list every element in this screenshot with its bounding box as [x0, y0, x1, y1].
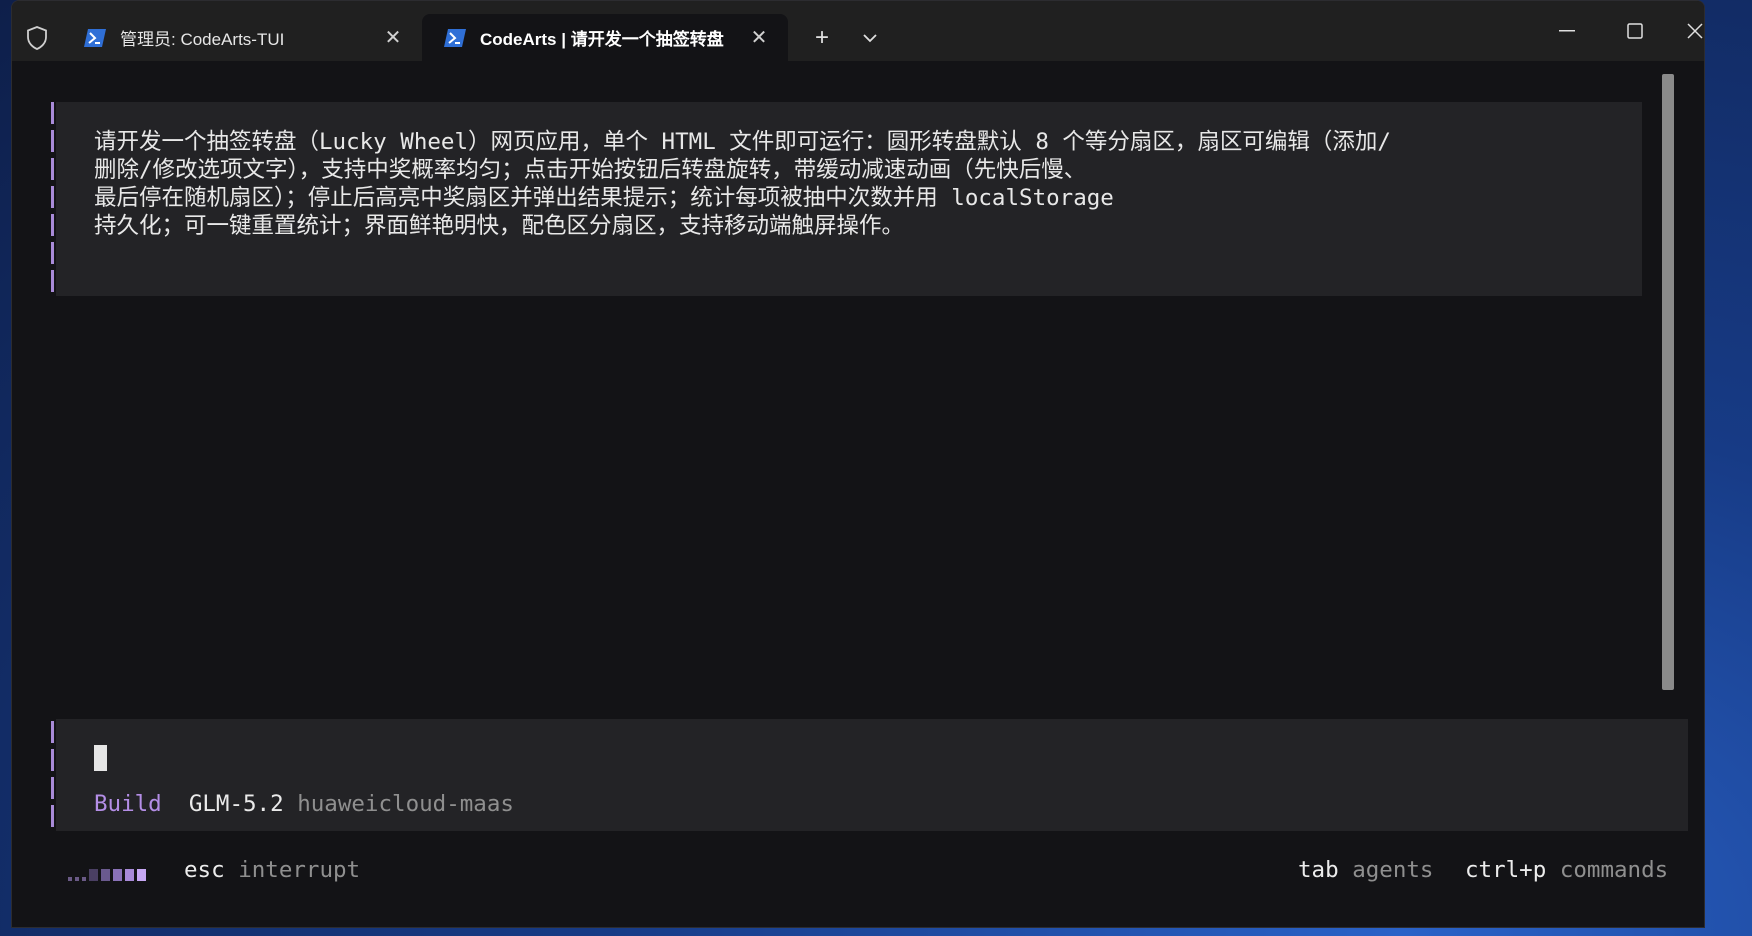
text-cursor: [94, 745, 107, 771]
hint-key: tab: [1298, 857, 1339, 883]
hint-desc: agents: [1352, 857, 1434, 883]
maximize-button[interactable]: [1612, 13, 1658, 49]
new-tab-button[interactable]: +: [804, 23, 840, 53]
user-message: 请开发一个抽签转盘（Lucky Wheel）网页应用，单个 HTML 文件即可运…: [51, 102, 1642, 296]
scrollbar[interactable]: [1662, 74, 1674, 690]
message-accent-bar: [51, 102, 54, 296]
progress-spinner: [68, 867, 146, 881]
user-message-text: 请开发一个抽签转盘（Lucky Wheel）网页应用，单个 HTML 文件即可运…: [94, 128, 1654, 240]
interrupt-hint: esc interrupt: [184, 857, 360, 883]
agent-info: Build GLM-5.2 huaweicloud-maas: [94, 791, 514, 817]
window-close-button[interactable]: [1672, 13, 1704, 49]
title-bar: 管理员: CodeArts-TUI ✕ CodeArts | 请开发一个抽签转盘…: [12, 1, 1704, 61]
terminal-window: 管理员: CodeArts-TUI ✕ CodeArts | 请开发一个抽签转盘…: [11, 0, 1705, 928]
terminal-body: 请开发一个抽签转盘（Lucky Wheel）网页应用，单个 HTML 文件即可运…: [12, 61, 1704, 927]
agents-hint[interactable]: tab agents: [1298, 857, 1433, 883]
powershell-icon: [84, 28, 106, 48]
chevron-down-icon: [863, 34, 877, 43]
tab-admin-codearts-tui[interactable]: 管理员: CodeArts-TUI ✕: [62, 14, 422, 61]
commands-hint[interactable]: ctrl+p commands: [1465, 857, 1668, 883]
status-bar: esc interrupt tab agents ctrl+p commands: [12, 857, 1704, 889]
hint-desc: commands: [1559, 857, 1669, 883]
agent-mode: Build: [94, 791, 162, 817]
shield-icon: [24, 25, 50, 51]
minimize-icon: [1559, 30, 1575, 32]
tab-label: CodeArts | 请开发一个抽签转盘: [480, 30, 724, 49]
close-icon[interactable]: ✕: [744, 23, 774, 53]
hint-key: ctrl+p: [1465, 857, 1547, 883]
hint-desc: interrupt: [238, 857, 361, 883]
tab-label: 管理员: CodeArts-TUI: [120, 30, 285, 49]
message-line: 持久化；可一键重置统计；界面鲜艳明快，配色区分扇区，支持移动端触屏操作。: [94, 213, 905, 239]
input-accent-bar: [51, 721, 54, 831]
tab-codearts-active[interactable]: CodeArts | 请开发一个抽签转盘 ✕: [422, 14, 788, 61]
plus-icon: +: [814, 24, 829, 51]
message-line: 请开发一个抽签转盘（Lucky Wheel）网页应用，单个 HTML 文件即可运…: [94, 129, 1391, 155]
prompt-input[interactable]: Build GLM-5.2 huaweicloud-maas: [51, 719, 1688, 831]
powershell-icon: [444, 28, 466, 48]
close-icon[interactable]: ✕: [378, 23, 408, 53]
minimize-button[interactable]: [1544, 13, 1590, 49]
tab-dropdown-button[interactable]: [852, 23, 888, 53]
provider-name: huaweicloud-maas: [297, 791, 514, 817]
model-name: GLM-5.2: [188, 791, 284, 817]
hint-key: esc: [184, 857, 225, 883]
message-line: 最后停在随机扇区）；停止后高亮中奖扇区并弹出结果提示；统计每项被抽中次数并用 l…: [94, 185, 1114, 211]
window-close-icon: [1687, 23, 1703, 39]
maximize-icon: [1627, 23, 1643, 39]
message-line: 删除/修改选项文字），支持中奖概率均匀；点击开始按钮后转盘旋转，带缓动减速动画（…: [94, 157, 1087, 183]
